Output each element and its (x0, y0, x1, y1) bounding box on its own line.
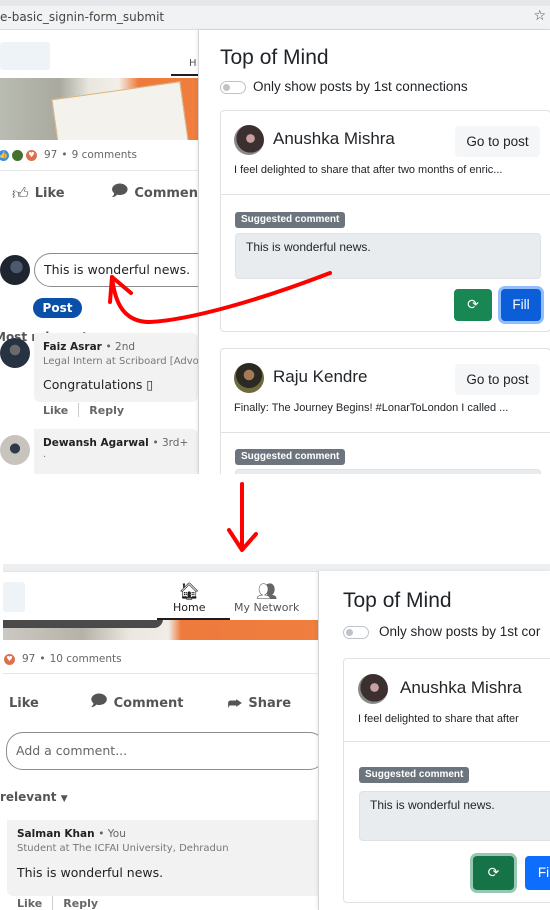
after-screenshot: 🏠︎ Home 👥︎ My Network ♥ 97 • 10 comments… (0, 564, 550, 910)
author-avatar (358, 674, 388, 704)
like-button[interactable]: Like (9, 690, 39, 717)
regenerate-button[interactable]: ⟳ (473, 856, 514, 890)
reaction-count: 97 (22, 653, 36, 665)
refresh-icon: ⟳ (487, 865, 500, 881)
comment-like-button[interactable]: Like (17, 897, 42, 910)
suggested-comment-box[interactable]: This is wonderful news. (359, 791, 550, 841)
home-icon: 🏠︎ (178, 582, 201, 602)
panel-title: Top of Mind (343, 589, 452, 612)
comment-reply-button[interactable]: Reply (63, 897, 98, 910)
share-label: Share (248, 696, 292, 711)
author-name: Anushka Mishra (400, 678, 522, 697)
annotation-curved-arrow (108, 271, 332, 325)
annotation-down-arrow (227, 482, 258, 552)
network-icon: 👥︎ (255, 582, 278, 602)
search-box[interactable] (3, 582, 25, 612)
browser-toolbar-strip (3, 564, 550, 571)
separator-dot: • (39, 653, 46, 665)
nav-home[interactable]: 🏠︎ Home (173, 583, 205, 614)
nav-my-network[interactable]: 👥︎ My Network (234, 583, 299, 614)
comment-input[interactable]: Add a comment... (6, 732, 326, 770)
connection-degree: • You (98, 828, 126, 840)
divider (3, 673, 321, 674)
like-label: Like (9, 696, 39, 711)
first-connections-toggle[interactable] (343, 626, 369, 639)
comment-count[interactable]: 10 comments (50, 653, 122, 665)
post-card: Anushka Mishra I feel delighted to share… (343, 658, 550, 903)
post-snippet: I feel delighted to share that after (358, 713, 519, 725)
nav-home-label: Home (173, 601, 206, 614)
suggested-comment-badge: Suggested comment (359, 767, 470, 783)
feed-column: 🏠︎ Home 👥︎ My Network ♥ 97 • 10 comments… (0, 571, 326, 910)
comment-button[interactable]: 🗩 Comment (90, 690, 184, 717)
comment-bubble-icon: 🗩 (89, 691, 108, 710)
share-arrow-icon: ⮫ (227, 693, 243, 713)
comment-label: Comment (113, 696, 184, 711)
love-reaction-icon: ♥ (4, 653, 15, 665)
post-actions: Like 🗩 Comment ⮫ Share (3, 690, 291, 717)
caret-down-icon: ▼ (60, 794, 68, 804)
before-screenshot: e-basic_signin-form_submit ☆ H ⬡ with Si… (0, 0, 550, 474)
sort-comments-dropdown[interactable]: relevant ▼ (0, 790, 68, 804)
tagged-person-pill[interactable] (3, 620, 163, 628)
commenter-name[interactable]: Salman Khan • You (17, 828, 126, 840)
comment-actions: Like Reply (17, 896, 98, 910)
comment-text: This is wonderful news. (17, 865, 164, 880)
divider (52, 896, 54, 910)
sort-label: relevant (0, 790, 57, 804)
share-button[interactable]: ⮫ Share (227, 690, 291, 717)
post-image[interactable] (3, 620, 321, 640)
reactions-summary[interactable]: ♥ 97 • 10 comments (3, 651, 122, 667)
nav-network-label: My Network (234, 601, 300, 614)
fill-button[interactable]: Fil (525, 856, 550, 890)
toggle-label: Only show posts by 1st cor (379, 624, 541, 639)
commenter-name-text: Salman Khan (17, 828, 95, 840)
top-of-mind-panel: Top of Mind Only show posts by 1st cor A… (318, 571, 550, 910)
commenter-headline: Student at The ICFAI University, Dehradu… (17, 843, 229, 854)
